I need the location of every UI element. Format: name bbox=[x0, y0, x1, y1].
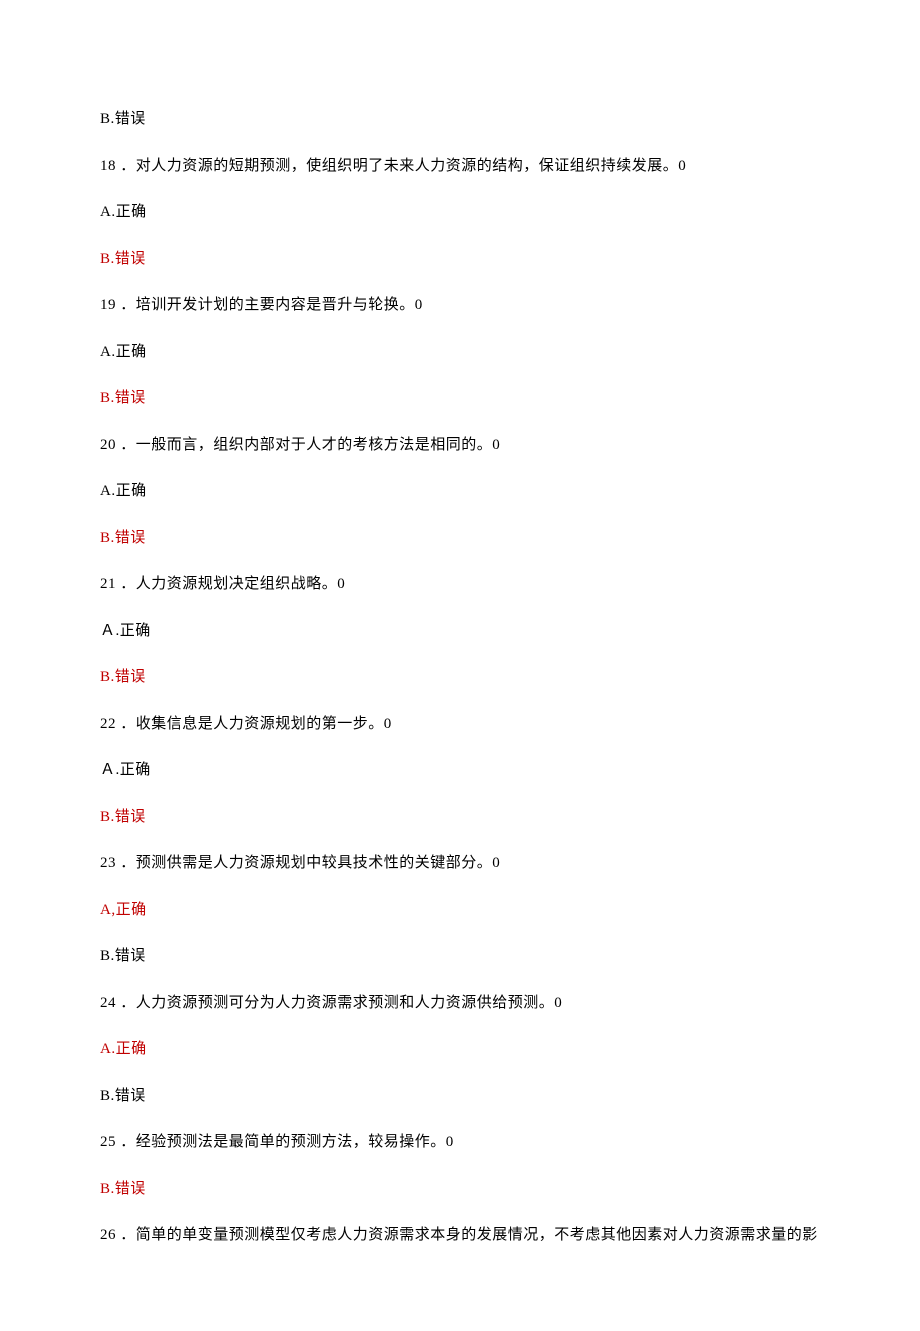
question-line: 21 ．人力资源规划决定组织战略。0 bbox=[100, 573, 820, 596]
question-line: 26 ．简单的单变量预测模型仅考虑人力资源需求本身的发展情况，不考虑其他因素对人… bbox=[100, 1224, 820, 1247]
question-text: ．简单的单变量预测模型仅考虑人力资源需求本身的发展情况，不考虑其他因素对人力资源… bbox=[116, 1227, 818, 1243]
option-text: B.错误 bbox=[100, 111, 146, 127]
option-text: A.正确 bbox=[100, 344, 147, 360]
answer-option: A.正确 bbox=[100, 1038, 820, 1061]
option: Ａ.正确 bbox=[100, 620, 820, 643]
option-text: A.正确 bbox=[100, 483, 147, 499]
question-number: 23 bbox=[100, 855, 116, 871]
question-number: 20 bbox=[100, 437, 116, 453]
option: A.正确 bbox=[100, 341, 820, 364]
option-text: A.正确 bbox=[100, 1041, 147, 1057]
question-text: ．经验预测法是最简单的预测方法，较易操作。0 bbox=[116, 1134, 454, 1150]
option-text: B.错误 bbox=[100, 809, 146, 825]
question-number: 24 bbox=[100, 995, 116, 1011]
question-number: 22 bbox=[100, 716, 116, 732]
question-text: ．收集信息是人力资源规划的第一步。0 bbox=[116, 716, 392, 732]
question-line: 18 ．对人力资源的短期预测，使组织明了未来人力资源的结构，保证组织持续发展。0 bbox=[100, 155, 820, 178]
option-text: B.错误 bbox=[100, 1088, 146, 1104]
document-body: B.错误 18 ．对人力资源的短期预测，使组织明了未来人力资源的结构，保证组织持续… bbox=[100, 108, 820, 1247]
question-number: 25 bbox=[100, 1134, 116, 1150]
answer-option: B.错误 bbox=[100, 806, 820, 829]
question-text: ．一般而言，组织内部对于人才的考核方法是相同的。0 bbox=[116, 437, 500, 453]
question-line: 25 ．经验预测法是最简单的预测方法，较易操作。0 bbox=[100, 1131, 820, 1154]
question-number: 26 bbox=[100, 1227, 116, 1243]
question-text: ．人力资源规划决定组织战略。0 bbox=[116, 576, 345, 592]
question-line: 24 ．人力资源预测可分为人力资源需求预测和人力资源供给预测。0 bbox=[100, 992, 820, 1015]
option-text: B.错误 bbox=[100, 669, 146, 685]
option: A.正确 bbox=[100, 480, 820, 503]
question-line: 19 ．培训开发计划的主要内容是晋升与轮换。0 bbox=[100, 294, 820, 317]
option-text: Ａ.正确 bbox=[100, 623, 151, 639]
question-number: 18 bbox=[100, 158, 116, 174]
option: Ａ.正确 bbox=[100, 759, 820, 782]
question-line: 20 ．一般而言，组织内部对于人才的考核方法是相同的。0 bbox=[100, 434, 820, 457]
answer-option: B.错误 bbox=[100, 1178, 820, 1201]
question-number: 19 bbox=[100, 297, 116, 313]
option: B.错误 bbox=[100, 945, 820, 968]
answer-option: B.错误 bbox=[100, 527, 820, 550]
question-line: 23 ．预测供需是人力资源规划中较具技术性的关键部分。0 bbox=[100, 852, 820, 875]
option-text: B.错误 bbox=[100, 390, 146, 406]
answer-option: B.错误 bbox=[100, 248, 820, 271]
option: B.错误 bbox=[100, 1085, 820, 1108]
option-text: B.错误 bbox=[100, 948, 146, 964]
option: A.正确 bbox=[100, 201, 820, 224]
question-number: 21 bbox=[100, 576, 116, 592]
question-text: ．人力资源预测可分为人力资源需求预测和人力资源供给预测。0 bbox=[116, 995, 562, 1011]
answer-option: B.错误 bbox=[100, 666, 820, 689]
question-text: ．对人力资源的短期预测，使组织明了未来人力资源的结构，保证组织持续发展。0 bbox=[116, 158, 686, 174]
answer-option: B.错误 bbox=[100, 387, 820, 410]
option-text: B.错误 bbox=[100, 530, 146, 546]
option: B.错误 bbox=[100, 108, 820, 131]
question-text: ．培训开发计划的主要内容是晋升与轮换。0 bbox=[116, 297, 423, 313]
option-text: A.正确 bbox=[100, 204, 147, 220]
answer-option: A,正确 bbox=[100, 899, 820, 922]
option-text: A,正确 bbox=[100, 902, 147, 918]
option-text: B.错误 bbox=[100, 1181, 146, 1197]
question-text: ．预测供需是人力资源规划中较具技术性的关键部分。0 bbox=[116, 855, 500, 871]
option-text: B.错误 bbox=[100, 251, 146, 267]
question-line: 22 ．收集信息是人力资源规划的第一步。0 bbox=[100, 713, 820, 736]
option-text: Ａ.正确 bbox=[100, 762, 151, 778]
